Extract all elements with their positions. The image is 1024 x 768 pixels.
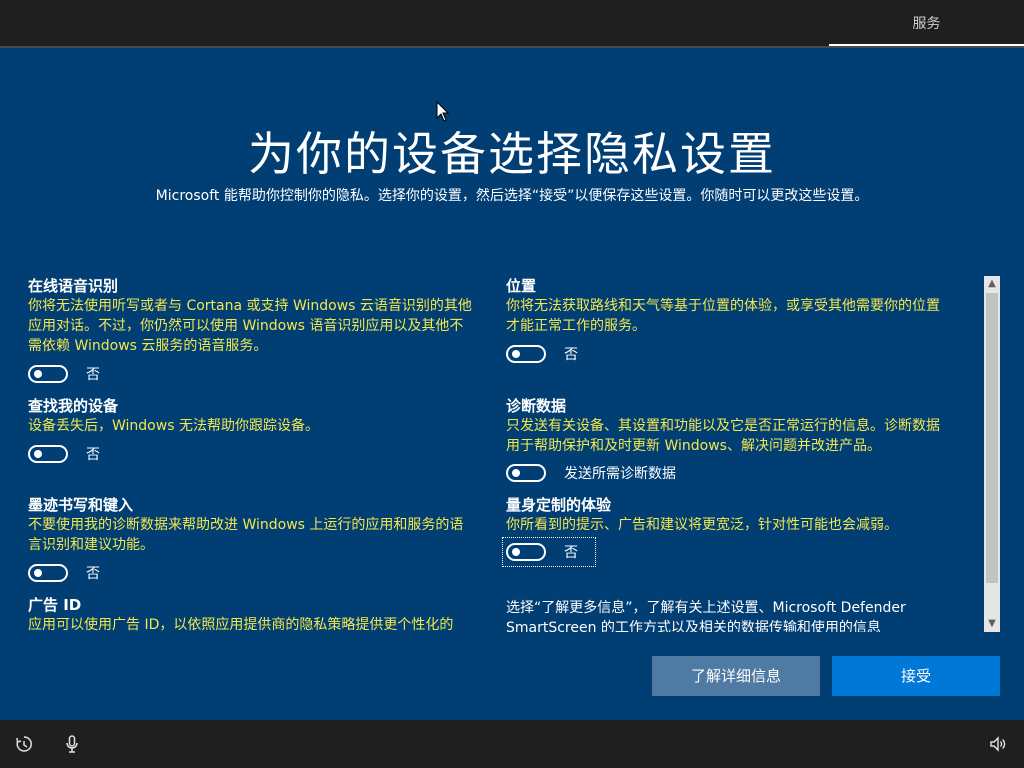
setting-inking-typing: 墨迹书写和键入 不要使用我的诊断数据来帮助改进 Windows 上运行的应用和服… (28, 495, 492, 555)
toggle-state-label: 否 (564, 347, 578, 363)
scroll-up-icon[interactable]: ▲ (984, 276, 1000, 292)
top-bar: 服务 (0, 0, 1024, 48)
setting-tailored-experiences: 量身定制的体验 你所看到的提示、广告和建议将更宽泛，针对性可能也会减弱。 (506, 495, 970, 535)
vertical-scrollbar[interactable]: ▲ ▼ (984, 276, 1000, 632)
setting-find-my-device: 查找我的设备 设备丢失后，Windows 无法帮助你跟踪设备。 (28, 396, 492, 436)
setting-location: 位置 你将无法获取路线和天气等基于位置的体验，或享受其他需要你的位置 才能正常工… (506, 276, 970, 336)
learn-more-button[interactable]: 了解详细信息 (652, 656, 820, 696)
setting-description: 只发送有关设备、其设置和功能以及它是否正常运行的信息。诊断数据 用于帮助保护和及… (506, 418, 940, 454)
setting-description: 设备丢失后，Windows 无法帮助你跟踪设备。 (28, 418, 319, 434)
setting-name: 位置 (506, 277, 537, 295)
toggle-state-label: 否 (86, 367, 100, 383)
setting-name: 墨迹书写和键入 (28, 496, 134, 514)
toggle-state-label: 否 (86, 447, 100, 463)
scrollbar-thumb[interactable] (986, 293, 998, 583)
page-subtitle: Microsoft 能帮助你控制你的隐私。选择你的设置，然后选择“接受”以便保存… (155, 188, 869, 204)
setting-description: 你将无法使用听写或者与 Cortana 或支持 Windows 云语音识别的其他… (28, 298, 472, 354)
setting-advertising-id: 广告 ID 应用可以使用广告 ID，以依照应用提供商的隐私策略提供更个性化的 (28, 595, 492, 632)
ease-of-access-icon[interactable] (14, 734, 34, 754)
setting-description: 你将无法获取路线和天气等基于位置的体验，或享受其他需要你的位置 才能正常工作的服… (506, 298, 940, 334)
setting-name: 量身定制的体验 (506, 496, 612, 514)
toggle-state-label: 发送所需诊断数据 (564, 466, 676, 482)
setting-name: 查找我的设备 (28, 397, 119, 415)
toggle-state-label: 否 (86, 566, 100, 582)
inking-typing-toggle[interactable] (28, 564, 68, 582)
volume-icon[interactable] (988, 734, 1008, 754)
setting-description: 应用可以使用广告 ID，以依照应用提供商的隐私策略提供更个性化的 (28, 617, 454, 632)
accept-button[interactable]: 接受 (832, 656, 1000, 696)
find-my-device-toggle-row[interactable]: 否 (28, 443, 100, 465)
setting-description: 不要使用我的诊断数据来帮助改进 Windows 上运行的应用和服务的语 言识别和… (28, 517, 464, 553)
inking-typing-toggle-row[interactable]: 否 (28, 562, 100, 584)
tailored-experiences-toggle-row[interactable]: 否 (502, 537, 596, 567)
setting-name: 广告 ID (28, 596, 82, 614)
setting-name: 诊断数据 (506, 397, 567, 415)
online-speech-toggle-row[interactable]: 否 (28, 363, 100, 385)
learn-more-note: 选择“了解更多信息”，了解有关上述设置、Microsoft Defender S… (506, 600, 906, 632)
toggle-state-label: 否 (564, 545, 578, 561)
scroll-down-icon[interactable]: ▼ (984, 616, 1000, 632)
settings-scroll-area: 在线语音识别 你将无法使用听写或者与 Cortana 或支持 Windows 云… (28, 276, 980, 632)
setting-name: 在线语音识别 (28, 277, 119, 295)
location-toggle[interactable] (506, 345, 546, 363)
diagnostic-data-toggle[interactable] (506, 464, 546, 482)
setting-online-speech: 在线语音识别 你将无法使用听写或者与 Cortana 或支持 Windows 云… (28, 276, 492, 356)
tailored-experiences-toggle[interactable] (506, 543, 546, 561)
online-speech-toggle[interactable] (28, 365, 68, 383)
microphone-icon[interactable] (62, 734, 82, 754)
setting-description: 你所看到的提示、广告和建议将更宽泛，针对性可能也会减弱。 (506, 517, 898, 533)
location-toggle-row[interactable]: 否 (506, 343, 578, 365)
setting-diagnostic-data: 诊断数据 只发送有关设备、其设置和功能以及它是否正常运行的信息。诊断数据 用于帮… (506, 396, 970, 456)
diagnostic-data-toggle-row[interactable]: 发送所需诊断数据 (506, 462, 676, 484)
page-title: 为你的设备选择隐私设置 (248, 127, 776, 181)
step-tab-services: 服务 (829, 0, 1024, 46)
bottom-bar (0, 720, 1024, 768)
find-my-device-toggle[interactable] (28, 445, 68, 463)
